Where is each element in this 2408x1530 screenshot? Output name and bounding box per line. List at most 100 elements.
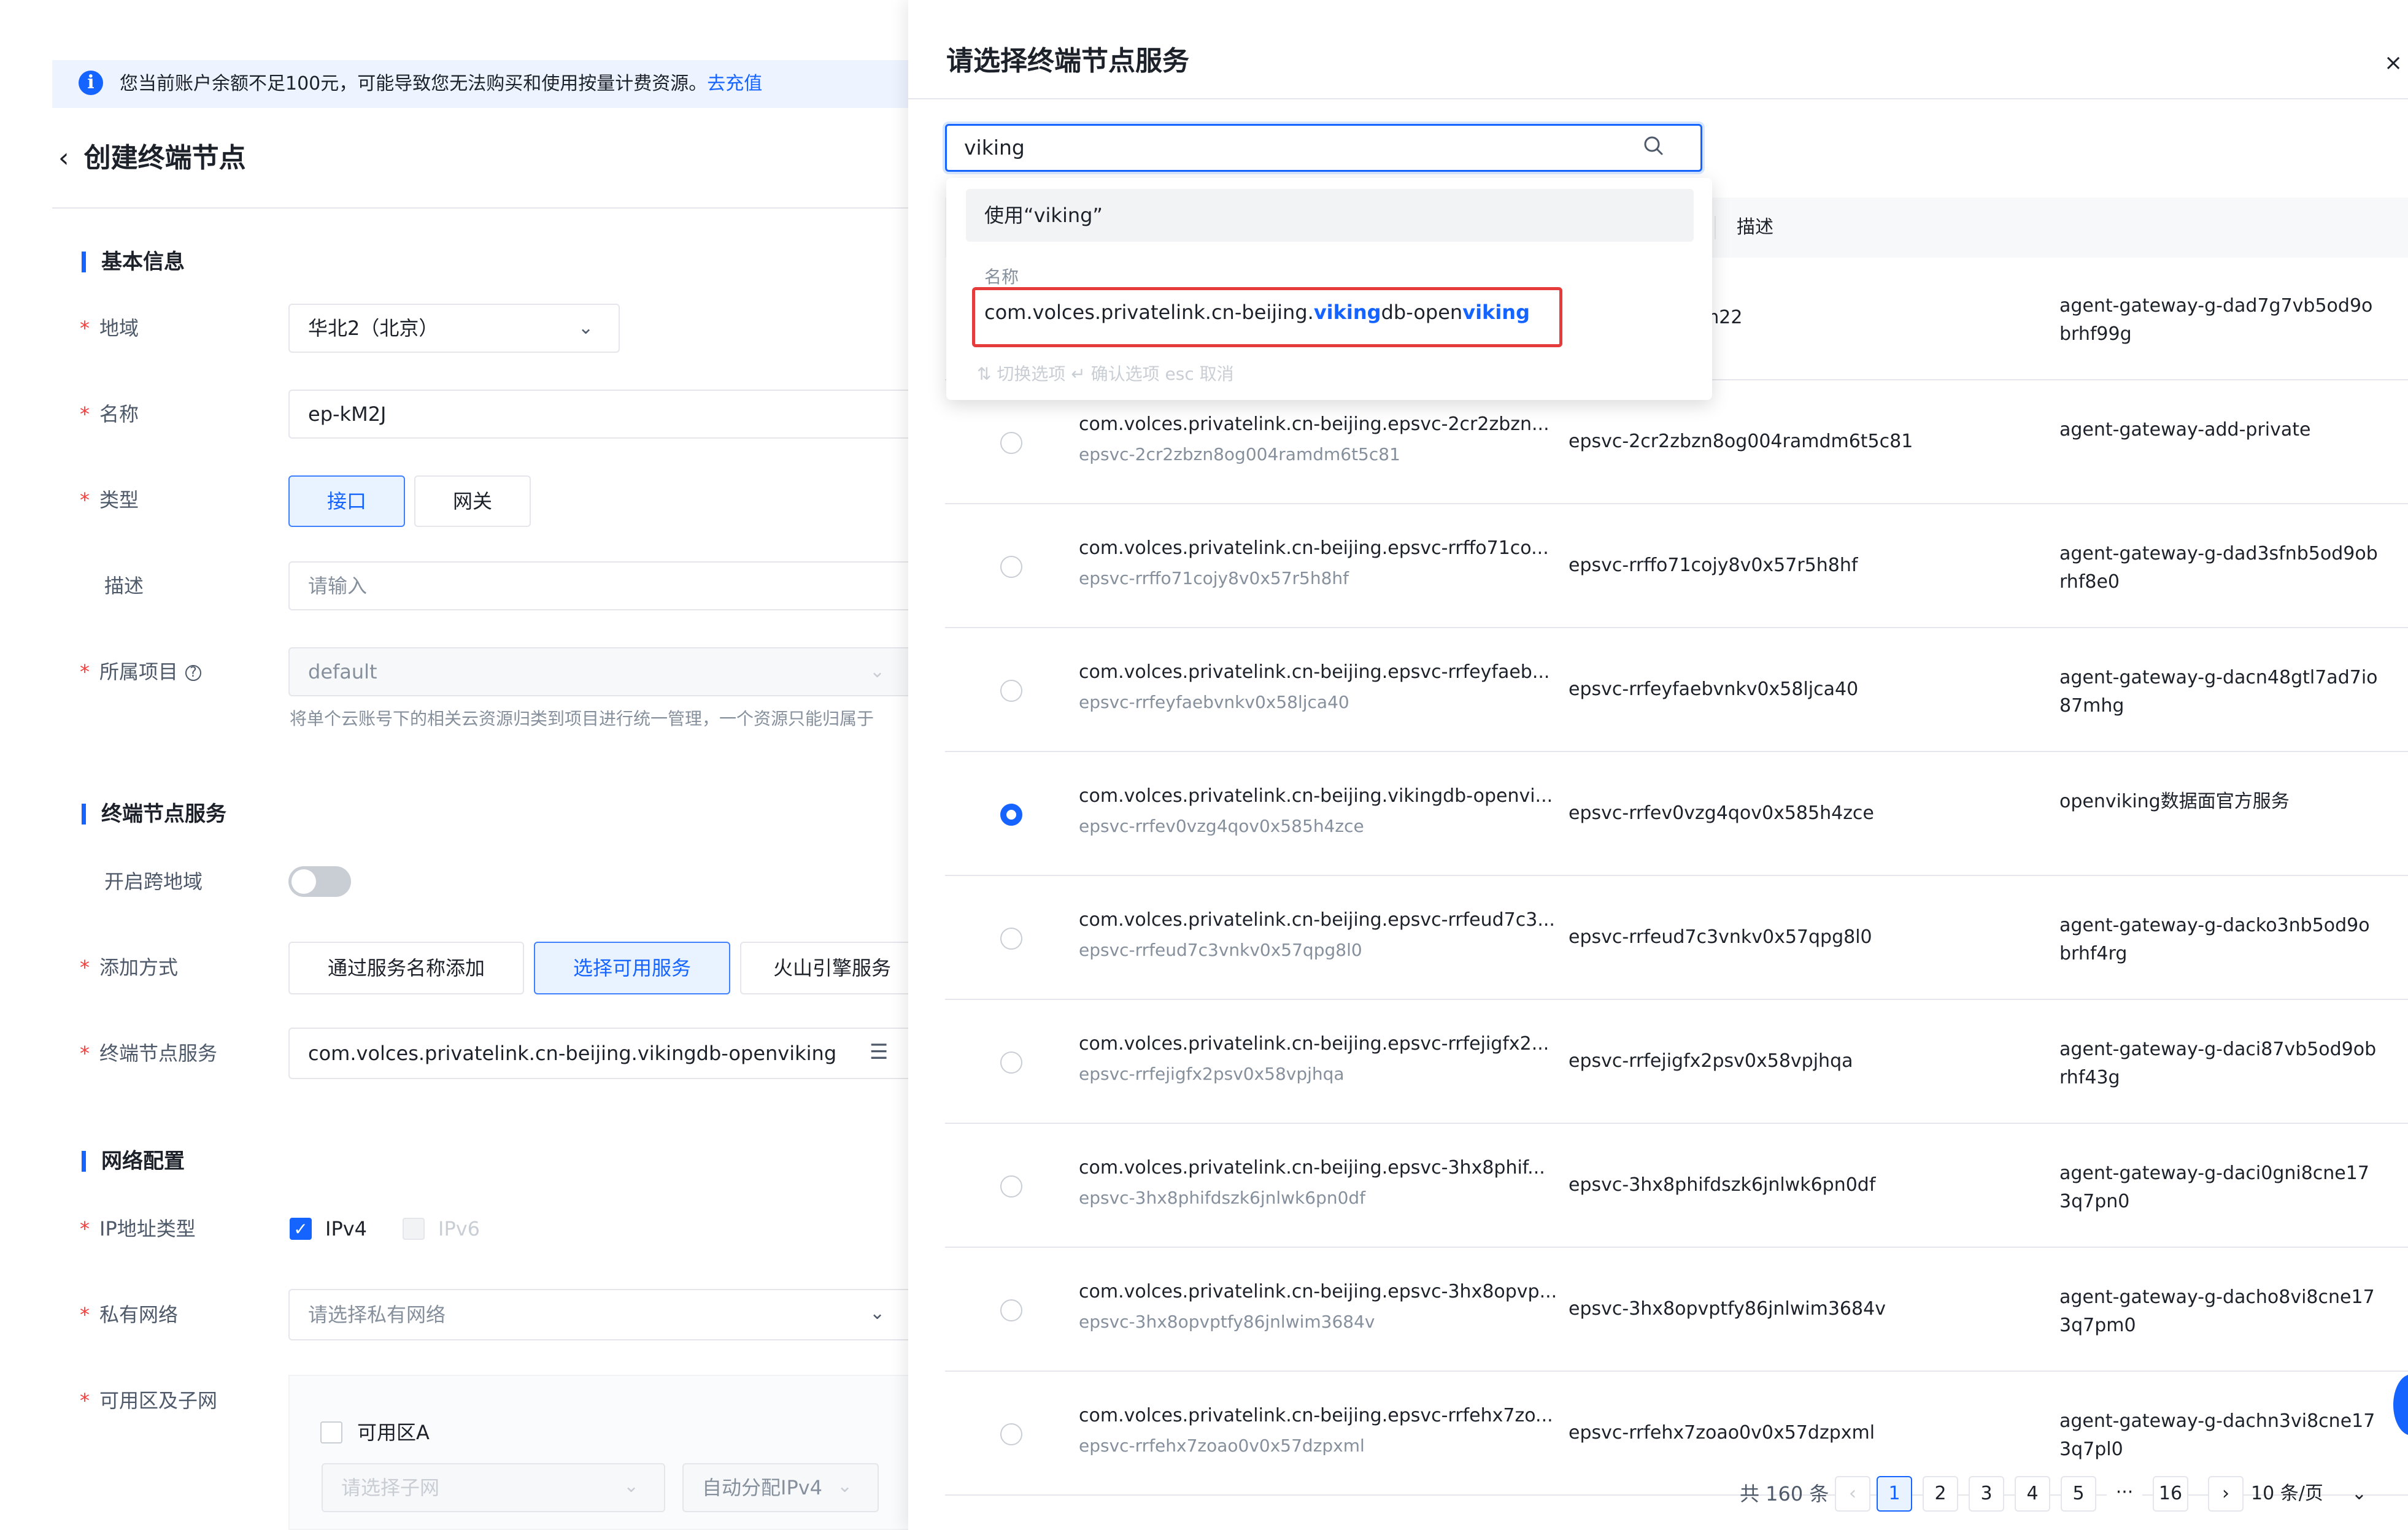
service-id: epsvc-rrfeyfaebvnkv0x58ljca40 xyxy=(1569,679,1859,700)
desc-input[interactable]: 请输入 xyxy=(288,561,914,610)
service-subname: epsvc-rrfejigfx2psv0x58vpjhqa xyxy=(1079,1064,1345,1084)
chevron-down-icon: ⌄ xyxy=(623,1475,639,1497)
table-row[interactable]: com.volces.privatelink.cn-beijing.epsvc-… xyxy=(945,1001,2408,1124)
table-row[interactable]: com.volces.privatelink.cn-beijing.epsvc-… xyxy=(945,1249,2408,1372)
add-method-label: * 添加方式 xyxy=(80,956,179,979)
service-name: com.volces.privatelink.cn-beijing.epsvc-… xyxy=(1079,1033,1549,1055)
type-label: * 类型 xyxy=(80,488,139,512)
name-input[interactable]: ep-kM2J xyxy=(288,390,914,439)
cross-region-toggle[interactable] xyxy=(288,866,351,897)
page-size-select[interactable]: 10 条/页 ⌄ xyxy=(2251,1476,2394,1512)
ip-type-label: * IP地址类型 xyxy=(80,1217,196,1240)
zone-a-label: 可用区A xyxy=(357,1421,430,1444)
add-by-name-button[interactable]: 通过服务名称添加 xyxy=(288,942,524,994)
ipv6-checkbox[interactable] xyxy=(403,1218,425,1240)
page-button[interactable]: 1 xyxy=(1877,1476,1912,1512)
row-radio[interactable] xyxy=(1000,1299,1022,1321)
table-row[interactable]: com.volces.privatelink.cn-beijing.epsvc-… xyxy=(945,877,2408,1000)
chevron-down-icon: ⌄ xyxy=(870,661,886,682)
list-icon[interactable]: ☰ xyxy=(870,1040,888,1064)
row-radio[interactable] xyxy=(1000,556,1022,578)
type-gateway-button[interactable]: 网关 xyxy=(414,475,531,527)
service-desc: agent-gateway-g-dachn3vi8cne173q7pl0 xyxy=(2059,1410,2375,1460)
table-row[interactable]: com.volces.privatelink.cn-beijing.epsvc-… xyxy=(945,1373,2408,1496)
info-icon: i xyxy=(79,71,103,95)
page-button[interactable]: 4 xyxy=(2015,1476,2050,1512)
column-separator xyxy=(1715,216,1716,239)
page-divider xyxy=(52,207,908,209)
service-desc: agent-gateway-add-private xyxy=(2059,419,2311,440)
service-subname: epsvc-3hx8opvptfy86jnlwim3684v xyxy=(1079,1312,1375,1332)
service-subname: epsvc-rrfeud7c3vnkv0x57qpg8l0 xyxy=(1079,940,1362,960)
section-service-title: 终端节点服务 xyxy=(101,802,226,826)
table-row[interactable]: com.volces.privatelink.cn-beijing.epsvc-… xyxy=(945,382,2408,504)
row-radio[interactable] xyxy=(1000,1175,1022,1197)
service-desc: agent-gateway-g-dacko3nb5od9obrhf4rg xyxy=(2059,915,2370,964)
ip-assign-select[interactable]: 自动分配IPv4 ⌄ xyxy=(682,1463,879,1512)
row-radio[interactable] xyxy=(1000,928,1022,950)
ipv4-label: IPv4 xyxy=(325,1217,368,1240)
ipv4-checkbox[interactable]: ✓ xyxy=(290,1218,312,1240)
row-radio[interactable] xyxy=(1000,1051,1022,1074)
service-name: com.volces.privatelink.cn-beijing.epsvc-… xyxy=(1079,909,1555,931)
table-row[interactable]: com.volces.privatelink.cn-beijing.epsvc-… xyxy=(945,506,2408,628)
section-bar xyxy=(82,804,86,825)
service-id: epsvc-rrfehx7zoao0v0x57dzpxml xyxy=(1569,1422,1875,1444)
pagination-ellipsis[interactable]: ··· xyxy=(2107,1476,2142,1512)
table-row[interactable]: com.volces.privatelink.cn-beijing.viking… xyxy=(945,753,2408,876)
drawer-title: 请选择终端节点服务 xyxy=(946,45,1189,77)
zone-a-checkbox[interactable] xyxy=(320,1421,342,1444)
chevron-down-icon: ⌄ xyxy=(837,1475,853,1497)
service-subname: epsvc-rrfeyfaebvnkv0x58ljca40 xyxy=(1079,692,1349,712)
name-label: * 名称 xyxy=(80,402,139,426)
page-button[interactable]: 2 xyxy=(1923,1476,1958,1512)
service-id: epsvc-2cr2zbzn8og004ramdm6t5c81 xyxy=(1569,431,1913,452)
header-desc: 描述 xyxy=(1737,217,1773,238)
row-radio[interactable] xyxy=(1000,432,1022,454)
table-row[interactable]: com.volces.privatelink.cn-beijing.epsvc-… xyxy=(945,629,2408,752)
table-row[interactable]: com.volces.privatelink.cn-beijing.epsvc-… xyxy=(945,1125,2408,1248)
vpc-select[interactable]: 请选择私有网络 ⌄ xyxy=(288,1289,914,1340)
service-subname: epsvc-3hx8phifdszk6jnlwk6pn0df xyxy=(1079,1188,1366,1208)
search-input[interactable]: viking xyxy=(945,124,1702,172)
row-radio[interactable] xyxy=(1000,804,1022,826)
page-button[interactable]: 3 xyxy=(1969,1476,2004,1512)
vpc-label: * 私有网络 xyxy=(80,1303,179,1326)
back-chevron-icon[interactable]: ‹ xyxy=(58,142,69,174)
zone-label: * 可用区及子网 xyxy=(80,1389,218,1412)
row-radio[interactable] xyxy=(1000,680,1022,702)
subnet-select[interactable]: 请选择子网 ⌄ xyxy=(322,1463,665,1512)
page-title: ‹ 创建终端节点 xyxy=(58,142,246,174)
volc-service-button[interactable]: 火山引擎服务 xyxy=(740,942,924,994)
dropdown-group-label: 名称 xyxy=(984,267,1019,287)
search-icon[interactable] xyxy=(1642,134,1666,158)
drawer-divider xyxy=(908,98,2408,99)
service-desc: agent-gateway-g-dacho8vi8cne173q7pm0 xyxy=(2059,1286,2375,1336)
select-available-button[interactable]: 选择可用服务 xyxy=(534,942,730,994)
recharge-link[interactable]: 去充值 xyxy=(707,73,762,94)
type-interface-button[interactable]: 接口 xyxy=(288,475,405,527)
help-icon: ? xyxy=(185,665,202,681)
close-icon[interactable]: × xyxy=(2384,50,2402,75)
endpoint-service-input[interactable]: com.volces.privatelink.cn-beijing.viking… xyxy=(288,1028,914,1079)
service-name: com.volces.privatelink.cn-beijing.epsvc-… xyxy=(1079,661,1550,683)
service-id: epsvc-rrfejigfx2psv0x58vpjhqa xyxy=(1569,1050,1853,1072)
project-select[interactable]: default ⌄ xyxy=(288,647,914,696)
use-keyword-option[interactable]: 使用“viking” xyxy=(966,189,1694,242)
ipv6-label: IPv6 xyxy=(438,1217,480,1240)
project-label: * 所属项目? xyxy=(80,659,202,684)
service-name: com.volces.privatelink.cn-beijing.epsvc-… xyxy=(1079,413,1549,435)
row-radio[interactable] xyxy=(1000,1423,1022,1445)
chevron-down-icon: ⌄ xyxy=(870,1302,886,1324)
service-id: epsvc-3hx8phifdszk6jnlwk6pn0df xyxy=(1569,1174,1876,1196)
region-select[interactable]: 华北2（北京） ⌄ xyxy=(288,304,620,353)
next-page-button[interactable]: › xyxy=(2208,1476,2244,1512)
page-button[interactable]: 5 xyxy=(2061,1476,2096,1512)
service-desc: agent-gateway-g-daci0gni8cne173q7pn0 xyxy=(2059,1163,2369,1212)
section-bar xyxy=(82,252,86,272)
prev-page-button[interactable]: ‹ xyxy=(1835,1476,1870,1512)
service-desc: agent-gateway-g-dad3sfnb5od9obrhf8e0 xyxy=(2059,543,2378,593)
page-button[interactable]: 16 xyxy=(2153,1476,2188,1512)
service-desc: openviking数据面官方服务 xyxy=(2059,791,2290,812)
service-desc: agent-gateway-g-daci87vb5od9obrhf43g xyxy=(2059,1039,2377,1088)
